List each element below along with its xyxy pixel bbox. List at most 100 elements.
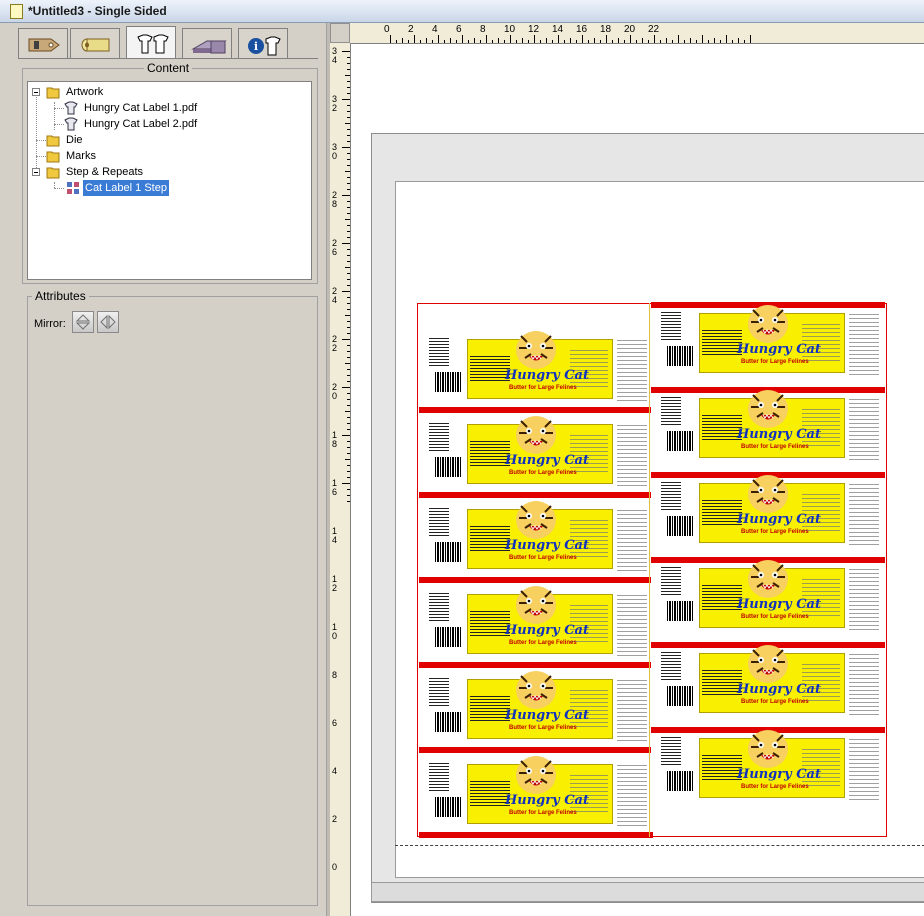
tree-node-step-item[interactable]: Cat Label 1 Step [28, 180, 308, 196]
ruler-tick [630, 35, 631, 43]
ruler-tick [426, 38, 427, 43]
ruler-tick [636, 40, 637, 43]
ruler-tick [342, 147, 350, 148]
shirt-icon [64, 101, 78, 115]
ruler-tick [347, 249, 350, 250]
ruler-tick [708, 40, 709, 43]
ruler-tick [600, 40, 601, 43]
attributes-group-label: Attributes [32, 289, 89, 303]
tree-node-artwork-item[interactable]: Hungry Cat Label 1.pdf [28, 100, 308, 116]
ruler-tick [347, 417, 350, 418]
ruler-tick [347, 465, 350, 466]
ruler-tick [347, 333, 350, 334]
ruler-tick [606, 35, 607, 43]
title-bar: *Untitled3 - Single Sided [0, 0, 924, 23]
ruler-tick [347, 381, 350, 382]
tree-node-step-repeats[interactable]: Step & Repeats [28, 164, 308, 180]
ruler-tick [522, 38, 523, 43]
ruler-tick [732, 40, 733, 43]
collapse-toggle[interactable] [32, 168, 40, 176]
tree-node-marks[interactable]: Marks [28, 148, 308, 164]
ruler-tick [618, 38, 619, 43]
content-group-label: Content [144, 61, 193, 75]
ruler-label: 20 [332, 382, 338, 401]
content-shirts-icon [137, 34, 169, 54]
die-outline [417, 303, 887, 837]
ruler-tick [347, 375, 350, 376]
ruler-tick [347, 153, 350, 154]
tab-info[interactable]: i [238, 28, 288, 58]
folder-icon [46, 87, 60, 99]
ruler-tick [347, 345, 350, 346]
ruler-tick [726, 35, 727, 43]
ruler-label: 34 [332, 46, 338, 65]
ruler-tick [702, 35, 703, 43]
document-icon [10, 4, 23, 19]
ruler-label: 0 [332, 862, 338, 872]
tree-node-artwork[interactable]: Artwork [28, 84, 308, 100]
mirror-vertical-button[interactable] [72, 311, 94, 333]
tree-node-artwork-item[interactable]: Hungry Cat Label 2.pdf [28, 116, 308, 132]
ruler-label: 32 [332, 94, 338, 113]
mirror-label: Mirror: [34, 318, 66, 330]
mirror-horizontal-button[interactable] [97, 311, 119, 333]
ruler-tick [672, 40, 673, 43]
tab-substrate[interactable] [70, 28, 120, 58]
content-tree[interactable]: Artwork Hungry Cat Label 1.pdf Hungry Ca… [27, 81, 312, 280]
ruler-tick [564, 40, 565, 43]
ruler-label: 6 [456, 24, 462, 35]
tree-node-die[interactable]: Die [28, 132, 308, 148]
ruler-tick [612, 40, 613, 43]
ruler-tick [347, 393, 350, 394]
ruler-tick [696, 40, 697, 43]
ruler-tick [342, 435, 350, 436]
ruler-tick [594, 38, 595, 43]
ruler-tick [347, 273, 350, 274]
ruler-label: 0 [384, 24, 390, 35]
ruler-tick [462, 35, 463, 43]
ruler-tick [528, 40, 529, 43]
ruler-label: 16 [332, 478, 338, 497]
ruler-tick [738, 38, 739, 43]
ruler-tick [347, 201, 350, 202]
ruler-label: 8 [332, 670, 338, 680]
ruler-tick [468, 40, 469, 43]
ruler-label: 30 [332, 142, 338, 161]
ruler-tick [347, 303, 350, 304]
ruler-tick [347, 327, 350, 328]
ruler-tick [660, 40, 661, 43]
ruler-tick [570, 38, 571, 43]
paper-roll-icon [81, 38, 110, 52]
ruler-tick [408, 40, 409, 43]
ruler-tick [720, 40, 721, 43]
ruler-tick [576, 40, 577, 43]
ruler-tick [342, 483, 350, 484]
ruler-label: 28 [332, 190, 338, 209]
collapse-toggle[interactable] [32, 88, 40, 96]
ruler-label: 14 [332, 526, 338, 545]
tab-job-info[interactable] [18, 28, 68, 58]
ruler-label: 20 [624, 24, 636, 35]
ruler-tick [690, 38, 691, 43]
ruler-tick [432, 40, 433, 43]
ruler-tick [342, 339, 350, 340]
ruler-tick [347, 165, 350, 166]
ruler-tick [345, 75, 350, 76]
tab-press[interactable] [182, 28, 232, 58]
ruler-label: 2 [408, 24, 414, 35]
tab-content[interactable] [126, 26, 176, 59]
center-guide [649, 303, 650, 837]
ruler-label: 24 [332, 286, 338, 305]
ruler-tick [347, 57, 350, 58]
ruler-tick [347, 69, 350, 70]
ruler-label: 10 [332, 622, 338, 641]
ruler-corner [330, 23, 350, 43]
info-shirt-icon: i [248, 36, 281, 56]
ruler-tick [347, 117, 350, 118]
ruler-tick [347, 285, 350, 286]
ruler-tick [498, 38, 499, 43]
svg-text:i: i [254, 40, 258, 53]
ruler-tick [582, 35, 583, 43]
ruler-tick [750, 35, 751, 43]
layout-canvas[interactable]: Hungry Cat Butter for Large Felines Hungry… [351, 44, 924, 916]
